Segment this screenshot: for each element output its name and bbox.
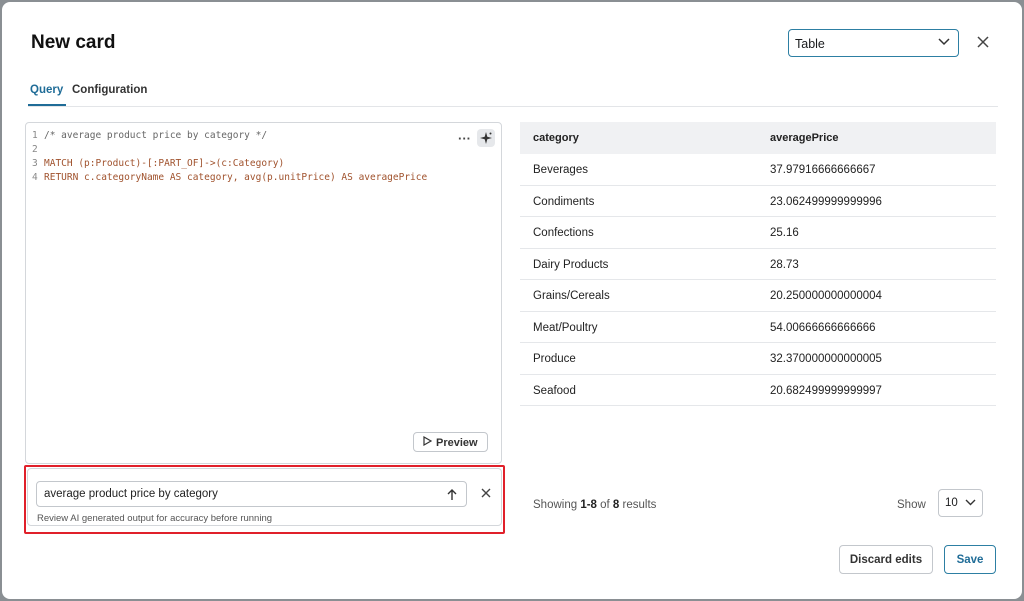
- code-line: 3 MATCH (p:Product)-[:PART_OF]->(c:Catego…: [32, 158, 285, 169]
- code-lines: 1/* average product price by category */…: [32, 129, 427, 185]
- visualization-type-value: Table: [795, 37, 825, 51]
- table-row: Confections 25.16: [520, 217, 996, 249]
- preview-button[interactable]: Preview: [413, 432, 488, 452]
- column-header-averageprice[interactable]: averagePrice: [770, 132, 839, 144]
- tab-query[interactable]: Query: [30, 84, 63, 96]
- table-row: Grains/Cereals 20.250000000000004: [520, 280, 996, 312]
- play-icon: [423, 435, 433, 447]
- table-row: Seafood 20.682499999999997: [520, 375, 996, 406]
- discard-edits-button[interactable]: Discard edits: [839, 545, 933, 574]
- ai-assistant-button[interactable]: [477, 129, 495, 147]
- tab-bar: Query Configuration: [28, 82, 998, 107]
- table-row: Produce 32.370000000000005: [520, 343, 996, 375]
- results-table: category averagePrice Beverages 37.979166…: [520, 122, 996, 406]
- page-size-value: 10: [945, 497, 958, 509]
- table-row: Beverages 37.97916666666667: [520, 154, 996, 186]
- results-count: Showing 1-8 of 8 results: [533, 499, 657, 511]
- table-header: category averagePrice: [520, 122, 996, 154]
- sparkle-icon: [480, 132, 492, 144]
- code-line: 2: [32, 144, 38, 155]
- more-options-icon[interactable]: ···: [458, 131, 471, 146]
- page-size-label: Show: [897, 499, 926, 511]
- active-tab-indicator: [28, 104, 66, 106]
- table-row: Dairy Products 28.73: [520, 249, 996, 280]
- chevron-down-icon: [965, 499, 976, 506]
- code-line: 4 RETURN c.categoryName AS category, avg(…: [32, 172, 428, 183]
- table-row: Condiments 23.062499999999996: [520, 186, 996, 217]
- page-size-select[interactable]: 10: [938, 489, 983, 517]
- highlight-outline: [24, 465, 505, 534]
- close-icon[interactable]: [975, 34, 991, 50]
- tab-configuration[interactable]: Configuration: [72, 84, 147, 96]
- column-header-category[interactable]: category: [533, 132, 579, 144]
- query-editor[interactable]: 1/* average product price by category */…: [25, 122, 502, 464]
- code-line: 1/* average product price by category */: [32, 130, 268, 141]
- modal-title: New card: [31, 32, 116, 53]
- save-button[interactable]: Save: [944, 545, 996, 574]
- chevron-down-icon: [938, 38, 950, 46]
- table-row: Meat/Poultry 54.00666666666666: [520, 312, 996, 343]
- visualization-type-select[interactable]: Table: [788, 29, 959, 57]
